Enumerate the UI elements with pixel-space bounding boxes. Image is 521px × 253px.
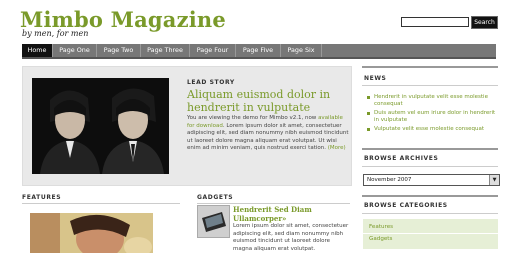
archives-heading: BROWSE ARCHIVES	[364, 155, 439, 162]
gadget-thumbnail-illustration	[198, 206, 229, 237]
archives-selected-value: November 2007	[367, 177, 412, 183]
gadget-title[interactable]: Hendrerit Sed Diam Ullamcorper»	[233, 205, 343, 223]
categories-list: Features Gadgets	[363, 219, 498, 249]
nav-item-page-three[interactable]: Page Three	[141, 44, 190, 57]
lead-body-intro: You are viewing the demo for Mimbo v2.1,…	[187, 115, 317, 121]
category-item-features[interactable]: Features	[369, 224, 393, 230]
site-tagline: by men, for men	[22, 29, 89, 38]
categories-heading: BROWSE CATEGORIES	[364, 202, 448, 209]
archives-select[interactable]: November 2007 ▼	[363, 174, 500, 186]
gadget-body: Lorem ipsum dolor sit amet, consectetuer…	[233, 223, 349, 252]
news-heading: NEWS	[364, 75, 387, 82]
masthead: Mimbo Magazine by men, for men Search	[0, 0, 521, 44]
feature-photo-illustration	[30, 213, 153, 253]
nav-item-page-four[interactable]: Page Four	[190, 44, 236, 57]
archives-divider	[362, 166, 498, 167]
nav-item-page-two[interactable]: Page Two	[97, 44, 141, 57]
news-item[interactable]: Hendrerit in vulputate velit esse molest…	[366, 94, 496, 108]
nav-item-page-one[interactable]: Page One	[53, 44, 97, 57]
search-input[interactable]	[401, 17, 469, 27]
lead-photo-illustration	[32, 78, 169, 174]
features-divider	[22, 203, 180, 204]
gadgets-heading: GADGETS	[197, 194, 234, 201]
lead-story-body: You are viewing the demo for Mimbo v2.1,…	[187, 115, 349, 153]
nav-item-home[interactable]: Home	[22, 44, 53, 57]
nav-item-page-six[interactable]: Page Six	[281, 44, 322, 57]
lead-story-label: LEAD STORY	[187, 79, 235, 86]
news-item[interactable]: Vulputate velit esse molestie consequat	[366, 126, 496, 133]
news-divider	[362, 85, 498, 86]
main-nav: Home Page One Page Two Page Three Page F…	[22, 44, 496, 59]
categories-top-bar	[362, 195, 498, 197]
news-item[interactable]: Duis autem vel eum iriure dolor in hendr…	[366, 110, 496, 124]
search-button[interactable]: Search	[471, 16, 498, 29]
lead-story-photo[interactable]	[32, 78, 169, 174]
nav-item-page-five[interactable]: Page Five	[236, 44, 281, 57]
lead-story: LEAD STORY Aliquam euismod dolor in hend…	[22, 66, 352, 186]
features-heading: FEATURES	[22, 194, 62, 201]
category-item-gadgets[interactable]: Gadgets	[369, 236, 392, 242]
news-list: Hendrerit in vulputate velit esse molest…	[366, 94, 496, 135]
feature-photo[interactable]	[30, 213, 153, 253]
gadgets-divider	[197, 203, 350, 204]
gadget-thumbnail[interactable]	[197, 205, 230, 238]
lead-story-title[interactable]: Aliquam euismod dolor in hendrerit in vu…	[187, 88, 345, 114]
news-top-bar	[362, 66, 498, 68]
category-separator	[363, 233, 498, 234]
categories-divider	[362, 213, 498, 214]
archives-top-bar	[362, 148, 498, 150]
lead-more-link[interactable]: (More)	[328, 145, 346, 151]
chevron-down-icon[interactable]: ▼	[489, 175, 499, 185]
